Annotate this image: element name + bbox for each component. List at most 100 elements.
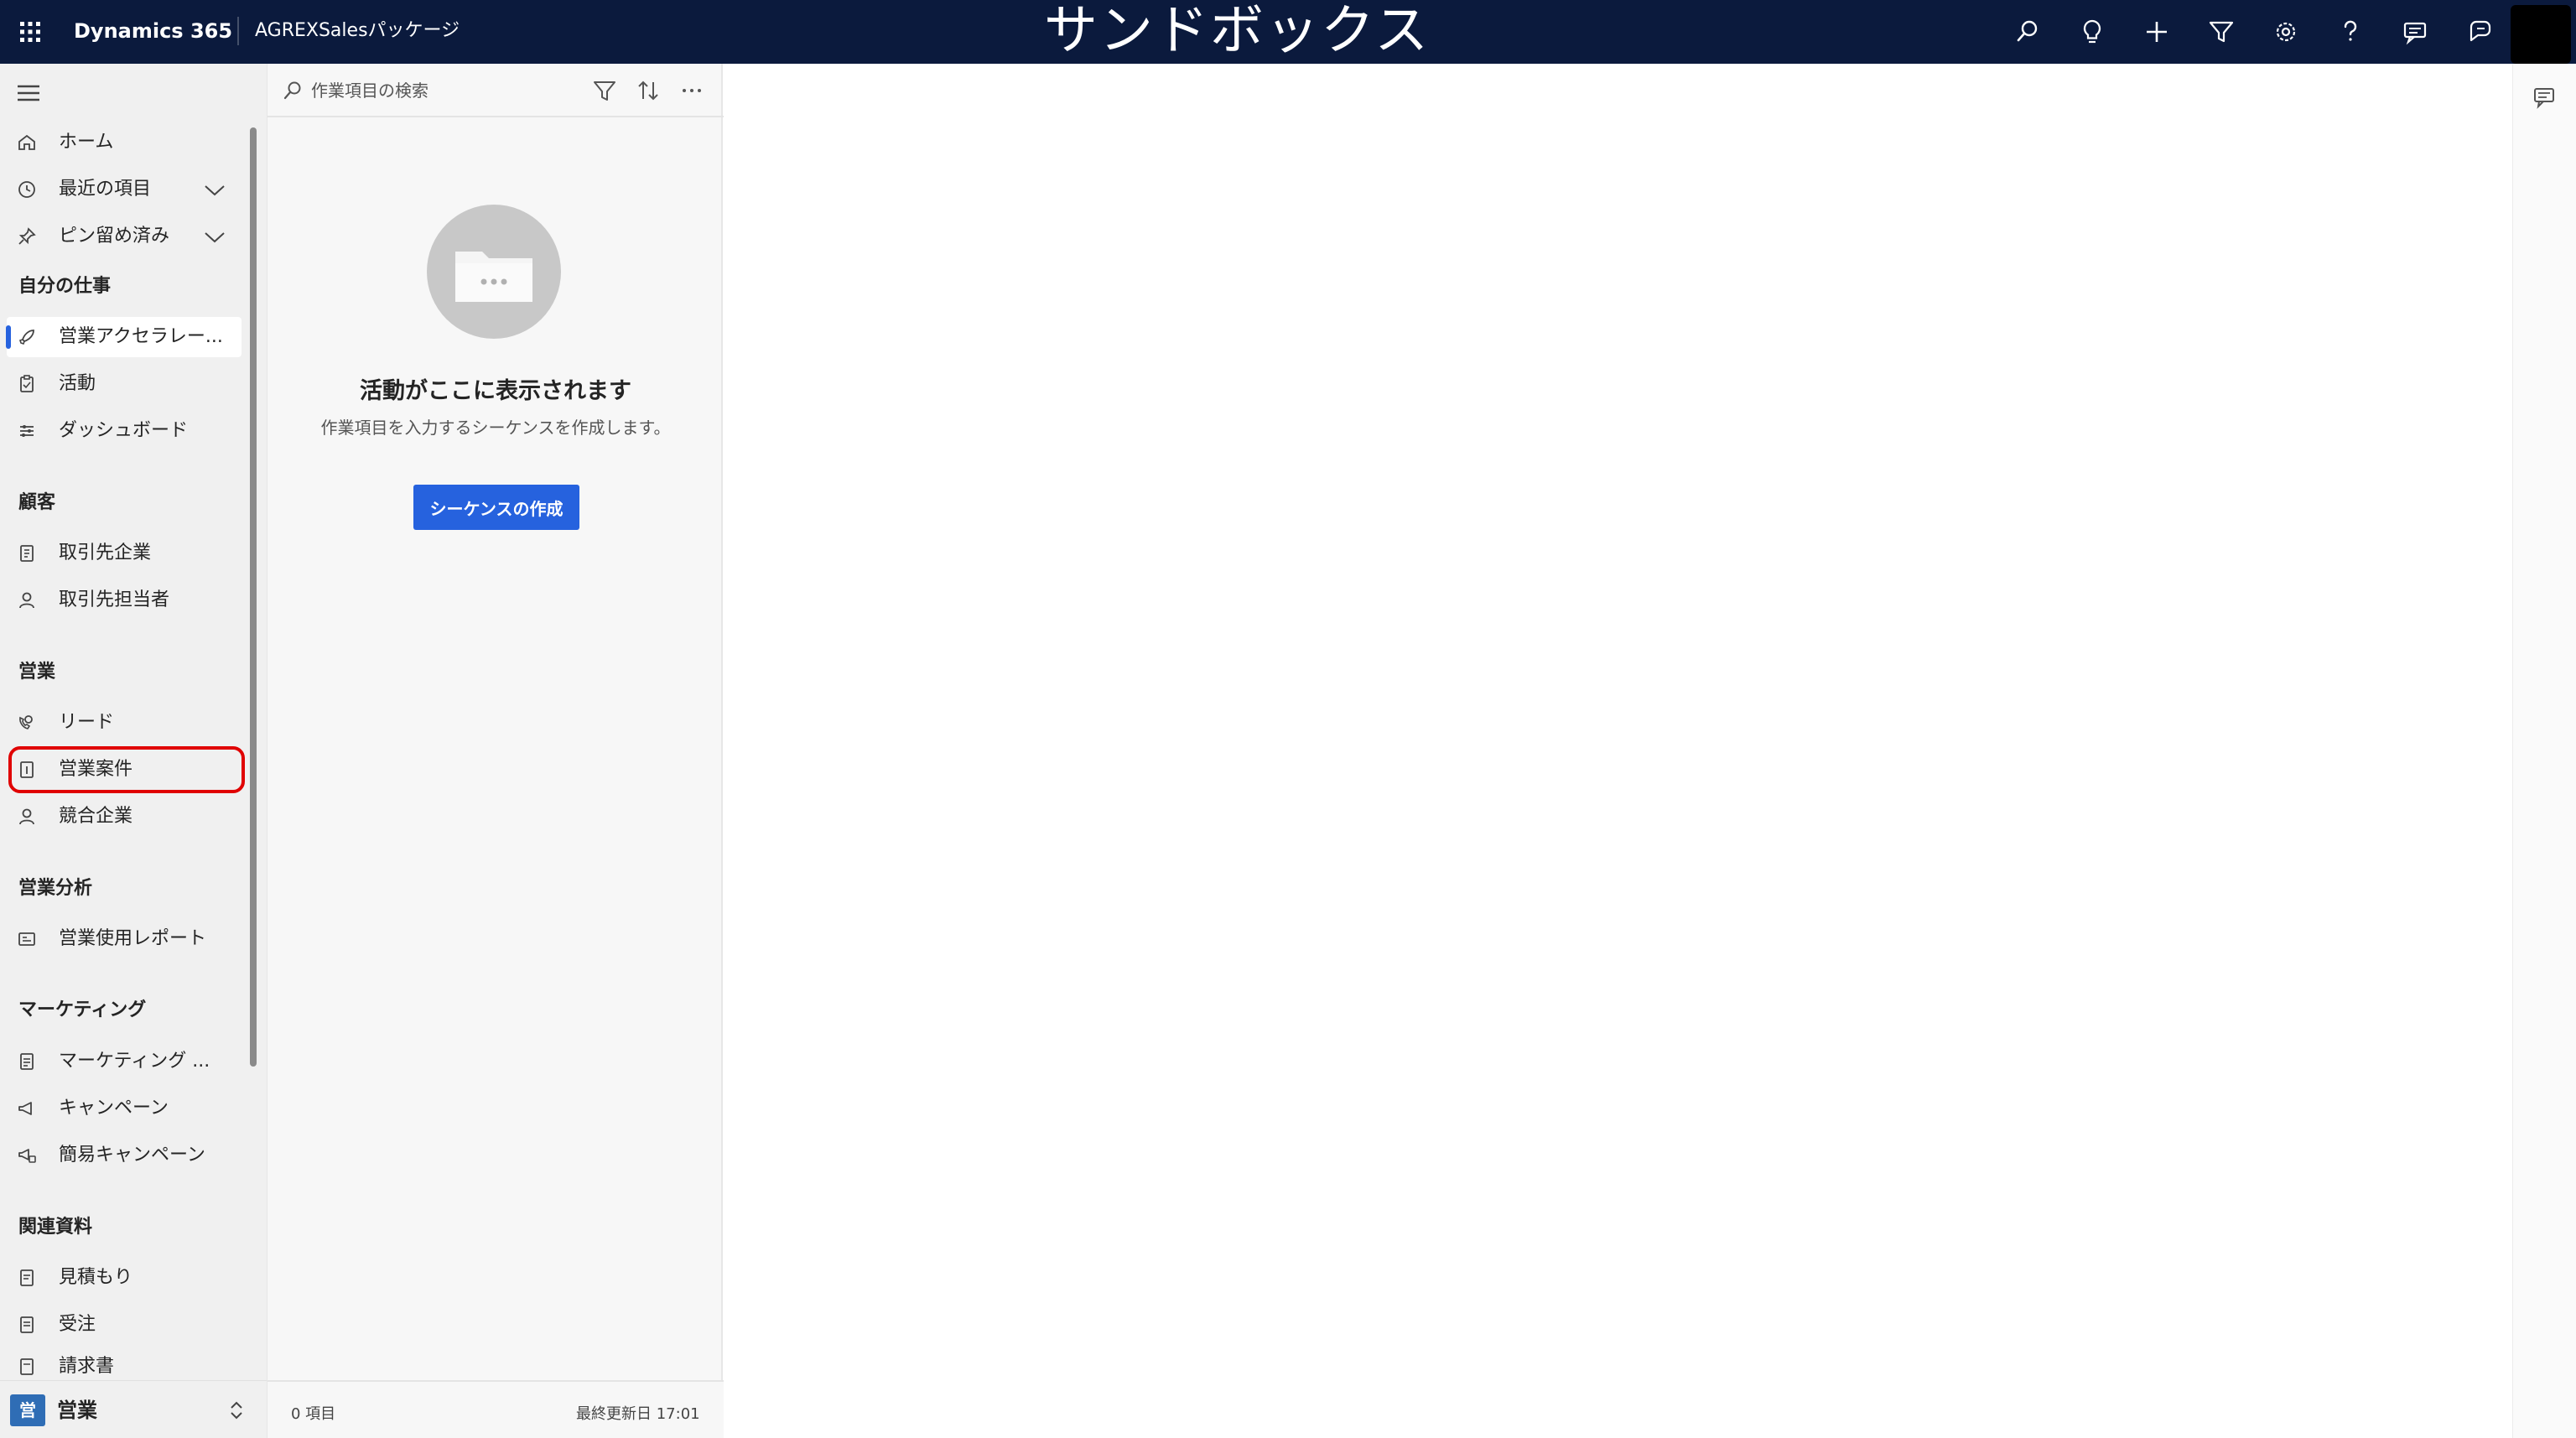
- sitemap-item-label: ホーム: [59, 132, 114, 153]
- area-label: 営業: [57, 1399, 97, 1422]
- work-list-header: [267, 64, 724, 117]
- sitemap-item-label: 営業案件: [59, 759, 133, 780]
- last-updated: 最終更新日 17:01: [576, 1405, 700, 1423]
- sitemap-item-opportunities[interactable]: 営業案件: [8, 746, 245, 793]
- pin-icon: [18, 227, 36, 245]
- sitemap-item-sales-usage-report[interactable]: 営業使用レポート: [7, 919, 242, 959]
- sitemap-item-label: 見積もり: [59, 1267, 133, 1288]
- clock-icon: [18, 181, 35, 198]
- empty-folder-icon: [427, 205, 561, 339]
- sitemap-item-label: 請求書: [59, 1356, 115, 1377]
- invoice-icon: [20, 1358, 34, 1375]
- person-icon: [19, 592, 34, 609]
- sitemap-item-invoices[interactable]: 請求書: [7, 1347, 242, 1380]
- sitemap-item-label: 営業アクセラレー...: [59, 326, 223, 347]
- right-side-pane: [2512, 64, 2576, 1438]
- sitemap-item-dashboards[interactable]: ダッシュボード: [7, 411, 242, 451]
- sitemap-item-home[interactable]: ホーム: [7, 122, 242, 163]
- home-icon: [18, 134, 35, 150]
- section-header-my-work: 自分の仕事: [18, 276, 112, 297]
- filter-icon[interactable]: [2206, 17, 2236, 47]
- sitemap-item-marketing-lists[interactable]: マーケティング ...: [7, 1041, 242, 1082]
- sitemap-item-orders[interactable]: 受注: [7, 1305, 242, 1345]
- hamburger-menu-icon[interactable]: [15, 82, 42, 104]
- sitemap-item-sales-accelerator[interactable]: 営業アクセラレー...: [6, 317, 242, 357]
- sitemap-item-label: 取引先企業: [59, 542, 152, 563]
- clipboard-icon: [20, 375, 34, 392]
- report-icon: [18, 932, 35, 946]
- work-list-footer: 0 項目 最終更新日 17:01: [267, 1380, 724, 1438]
- section-header-sales-analytics: 営業分析: [18, 878, 93, 899]
- chevron-up-down-icon: [231, 1401, 242, 1420]
- list-icon: [20, 1053, 34, 1070]
- app-name[interactable]: AGREXSalesパッケージ: [255, 19, 460, 43]
- more-options-icon[interactable]: [678, 77, 705, 104]
- filter-icon[interactable]: [591, 77, 618, 104]
- lightbulb-icon[interactable]: [2077, 17, 2107, 47]
- empty-state-title: 活動がここに表示されます: [360, 378, 631, 404]
- sitemap-item-label: マーケティング ...: [59, 1051, 210, 1072]
- sitemap-item-label: ピン留め済み: [59, 226, 170, 247]
- building-icon: [20, 545, 34, 562]
- waffle-icon[interactable]: [17, 18, 44, 45]
- search-icon: [283, 81, 301, 100]
- sitemap-item-label: 受注: [59, 1314, 96, 1335]
- chevron-down-icon[interactable]: [203, 230, 226, 245]
- sitemap-item-quick-campaigns[interactable]: 簡易キャンペーン: [7, 1135, 242, 1176]
- item-count: 0 項目: [291, 1405, 336, 1423]
- sitemap-item-accounts[interactable]: 取引先企業: [7, 533, 242, 574]
- dashboard-icon: [20, 425, 34, 437]
- sitemap-item-pinned[interactable]: ピン留め済み: [7, 216, 242, 257]
- copilot-icon[interactable]: [2464, 17, 2495, 47]
- section-header-marketing: マーケティング: [18, 999, 147, 1020]
- sitemap-item-label: リード: [59, 712, 115, 733]
- area-badge: 営: [10, 1394, 45, 1426]
- chat-icon[interactable]: [2400, 17, 2430, 47]
- header-divider: [237, 17, 239, 45]
- sitemap-item-quotes[interactable]: 見積もり: [7, 1258, 242, 1298]
- sitemap-item-label: 営業使用レポート: [59, 928, 207, 949]
- work-list-panel: 活動がここに表示されます 作業項目を入力するシーケンスを作成します。 シーケンス…: [267, 64, 724, 1438]
- sitemap-item-contacts[interactable]: 取引先担当者: [7, 580, 242, 620]
- sitemap-item-campaigns[interactable]: キャンペーン: [7, 1088, 242, 1129]
- work-item-search-input[interactable]: [309, 75, 561, 106]
- sitemap-item-label: 最近の項目: [59, 179, 152, 200]
- sitemap-item-label: 取引先担当者: [59, 589, 170, 610]
- chevron-down-icon[interactable]: [203, 183, 226, 198]
- sitemap-item-leads[interactable]: リード: [7, 703, 242, 743]
- document-icon: [20, 761, 34, 778]
- quick-campaign-icon: [18, 1149, 36, 1163]
- plus-icon[interactable]: [2142, 17, 2172, 47]
- top-navigation-bar: Dynamics 365 AGREXSalesパッケージ サンドボックス: [0, 0, 2576, 64]
- create-sequence-button[interactable]: シーケンスの作成: [413, 485, 579, 530]
- section-header-customers: 顧客: [18, 492, 56, 513]
- order-icon: [20, 1316, 34, 1333]
- user-avatar[interactable]: [2511, 5, 2571, 64]
- environment-title: サンドボックス: [1044, 0, 1431, 62]
- rocket-icon: [18, 330, 34, 345]
- quote-icon: [20, 1269, 34, 1286]
- help-icon[interactable]: [2335, 17, 2366, 47]
- sitemap-item-label: 活動: [59, 373, 96, 394]
- sitemap-item-label: ダッシュボード: [59, 420, 189, 441]
- chat-icon[interactable]: [2532, 84, 2558, 111]
- section-header-collateral: 関連資料: [18, 1217, 93, 1238]
- settings-icon[interactable]: [2271, 17, 2301, 47]
- megaphone-icon: [18, 1102, 32, 1115]
- sitemap-scrollbar[interactable]: [250, 127, 257, 1067]
- empty-state-subtitle: 作業項目を入力するシーケンスを作成します。: [320, 418, 671, 438]
- sitemap-item-label: 競合企業: [59, 806, 133, 827]
- section-header-sales: 営業: [18, 662, 56, 683]
- sitemap-item-label: キャンペーン: [59, 1098, 169, 1119]
- person-icon: [19, 808, 34, 825]
- area-switcher[interactable]: 営 営業: [0, 1380, 267, 1438]
- search-icon[interactable]: [2012, 17, 2043, 47]
- sitemap-item-recent[interactable]: 最近の項目: [7, 169, 242, 210]
- sitemap-navigation: ホーム 最近の項目 ピン留め済み 自分の仕事 営業アクセラレー... 活動 ダッ…: [0, 64, 267, 1438]
- sitemap-item-competitors[interactable]: 競合企業: [7, 797, 242, 837]
- sitemap-item-label: 簡易キャンペーン: [59, 1145, 205, 1165]
- sitemap-item-activities[interactable]: 活動: [7, 364, 242, 404]
- phone-person-icon: [19, 715, 33, 729]
- brand-name[interactable]: Dynamics 365: [74, 18, 232, 44]
- sort-icon[interactable]: [635, 77, 662, 104]
